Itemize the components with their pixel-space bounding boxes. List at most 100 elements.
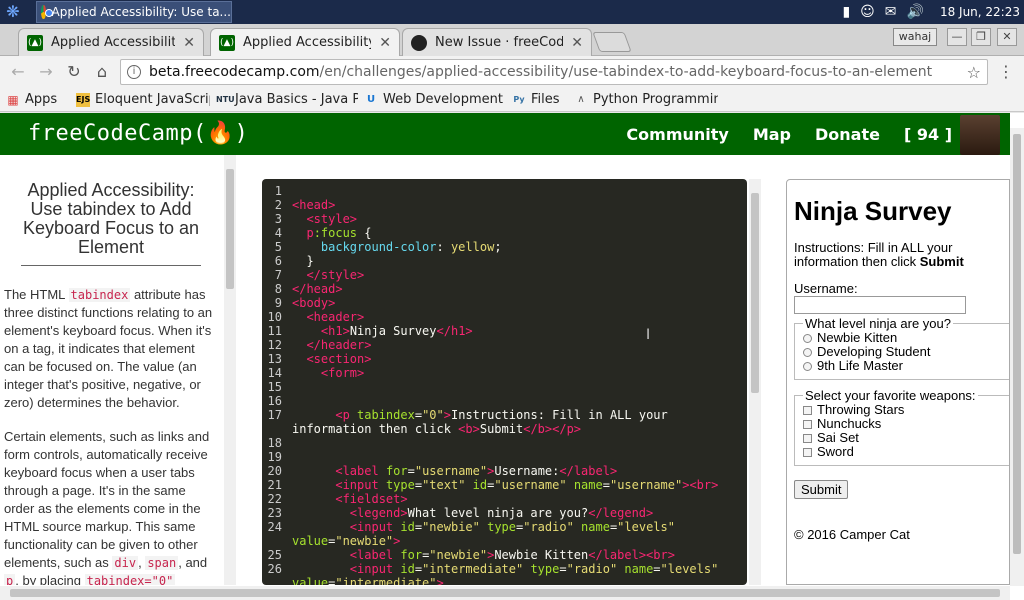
address-bar[interactable]: i beta.freecodecamp.com/en/challenges/ap… <box>120 59 988 85</box>
nav-map[interactable]: Map <box>753 125 791 144</box>
volume-icon[interactable]: 🔊 <box>907 4 924 20</box>
bookmark-files[interactable]: Py Files <box>506 92 568 107</box>
checkbox[interactable] <box>803 419 812 429</box>
checkbox[interactable] <box>803 433 812 443</box>
lesson-scrollbar[interactable] <box>224 155 236 585</box>
forward-icon[interactable]: → <box>36 62 56 82</box>
code-line[interactable]: 24 <input id="newbie" type="radio" name=… <box>262 520 747 534</box>
reload-icon[interactable]: ↻ <box>64 62 84 82</box>
checkbox[interactable] <box>803 405 812 415</box>
code-line[interactable]: value="intermediate"> <box>262 576 747 585</box>
code-line[interactable]: information then click <b>Submit</b></p> <box>262 422 747 436</box>
code-line[interactable]: 15 <box>262 380 747 394</box>
code-line[interactable]: 2 <head> <box>262 198 747 212</box>
avatar[interactable] <box>960 115 1000 155</box>
code-line[interactable]: 6 } <box>262 254 747 268</box>
code-line[interactable]: 4 p:focus { <box>262 226 747 240</box>
line-number: 4 <box>274 226 282 240</box>
scrollbar-thumb[interactable] <box>1013 134 1021 554</box>
minimize-icon[interactable]: — <box>947 28 967 46</box>
bookmark-apps[interactable]: ▦ Apps <box>0 92 70 107</box>
level-option[interactable]: 9th Life Master <box>803 359 1009 373</box>
code-line[interactable]: 14 <form> <box>262 366 747 380</box>
scrollbar-thumb[interactable] <box>10 589 1000 597</box>
radio-button[interactable] <box>803 333 812 343</box>
battery-icon[interactable]: ▮ <box>842 4 850 20</box>
level-option[interactable]: Developing Student <box>803 345 1009 359</box>
nav-points[interactable]: [ 94 ] <box>904 125 952 144</box>
bookmark-eloquent-js[interactable]: EJS Eloquent JavaScript <box>70 92 210 107</box>
bookmark-web-development[interactable]: U Web Development - <box>358 92 506 107</box>
site-info-icon[interactable]: i <box>127 65 141 79</box>
bookmark-java-basics[interactable]: NTU Java Basics - Java Pr <box>210 92 358 107</box>
code-text: value="newbie"> <box>292 534 401 548</box>
checkbox[interactable] <box>803 447 812 457</box>
radio-button[interactable] <box>803 347 812 357</box>
code-editor[interactable]: 1 2 <head> 3 <style> 4 p:focus {5 background… <box>262 179 747 585</box>
scrollbar-thumb[interactable] <box>751 193 759 393</box>
tab-close-icon[interactable]: ✕ <box>571 35 583 51</box>
code-line[interactable]: 25 <label for="newbie">Newbie Kitten</la… <box>262 548 747 562</box>
code-line[interactable]: 8 </head> <box>262 282 747 296</box>
line-number: 26 <box>267 562 282 576</box>
code-line[interactable]: 18 <box>262 436 747 450</box>
wifi-icon[interactable]: ☺ <box>860 4 875 20</box>
code-line[interactable]: 16 <box>262 394 747 408</box>
preview-pane: Ninja Survey Instructions: Fill in ALL y… <box>786 179 1010 585</box>
line-number: 1 <box>274 184 282 198</box>
horizontal-scrollbar[interactable] <box>0 586 1010 600</box>
level-option[interactable]: Newbie Kitten <box>803 331 1009 345</box>
username-input[interactable] <box>794 296 966 314</box>
code-line[interactable]: 10 <header> <box>262 310 747 324</box>
clock[interactable]: 18 Jun, 22:23 <box>940 5 1020 19</box>
code-line[interactable]: 13 <section> <box>262 352 747 366</box>
code-line[interactable]: 5 background-color: yellow; <box>262 240 747 254</box>
browser-tab-1[interactable]: (▲) Applied Accessibility: Us ✕ <box>18 28 204 56</box>
line-number: 8 <box>274 282 282 296</box>
weapon-option[interactable]: Throwing Stars <box>803 403 1009 417</box>
code-line[interactable]: 12 </header> <box>262 338 747 352</box>
code-line[interactable]: 1 <box>262 184 747 198</box>
submit-button[interactable]: Submit <box>794 480 849 499</box>
bookmark-star-icon[interactable]: ☆ <box>967 63 981 82</box>
tab-close-icon[interactable]: ✕ <box>379 35 391 51</box>
radio-button[interactable] <box>803 361 812 371</box>
code-line[interactable]: 7 </style> <box>262 268 747 282</box>
code-line[interactable]: 21 <input type="text" id="username" name… <box>262 478 747 492</box>
code-line[interactable]: 11 <h1>Ninja Survey</h1> <box>262 324 747 338</box>
code-line[interactable]: value="newbie"> <box>262 534 747 548</box>
back-icon[interactable]: ← <box>8 62 28 82</box>
code-line[interactable]: 26 <input id="intermediate" type="radio"… <box>262 562 747 576</box>
nav-donate[interactable]: Donate <box>815 125 880 144</box>
fcc-logo[interactable]: freeCodeCamp(🔥) <box>28 121 248 146</box>
browser-tab-2[interactable]: (▲) Applied Accessibility: Us ✕ <box>210 28 400 56</box>
taskbar-window-button[interactable]: Applied Accessibility: Use ta... <box>36 1 232 23</box>
tab-close-icon[interactable]: ✕ <box>183 35 195 51</box>
home-icon[interactable]: ⌂ <box>92 62 112 82</box>
page-scrollbar[interactable] <box>1010 128 1024 586</box>
start-menu-icon[interactable]: ❋ <box>4 3 22 21</box>
code-line[interactable]: 17 <p tabindex="0">Instructions: Fill in… <box>262 408 747 422</box>
mail-icon[interactable]: ✉ <box>885 4 897 20</box>
code-line[interactable]: 3 <style> <box>262 212 747 226</box>
nav-community[interactable]: Community <box>626 125 728 144</box>
weapon-option[interactable]: Nunchucks <box>803 417 1009 431</box>
code-line[interactable]: 9 <body> <box>262 296 747 310</box>
profile-badge[interactable]: wahaj <box>893 28 937 46</box>
line-number: 6 <box>274 254 282 268</box>
code-line[interactable]: 19 <box>262 450 747 464</box>
code-line[interactable]: 20 <label for="username">Username:</labe… <box>262 464 747 478</box>
close-window-icon[interactable]: ✕ <box>997 28 1017 46</box>
weapon-option[interactable]: Sword <box>803 445 1009 459</box>
new-tab-button[interactable] <box>592 32 632 52</box>
browser-tab-3[interactable]: New Issue · freeCodeCa ✕ <box>402 28 592 56</box>
browser-menu-icon[interactable]: ⋮ <box>998 62 1014 81</box>
weapon-option[interactable]: Sai Set <box>803 431 1009 445</box>
code-line[interactable]: 22 <fieldset> <box>262 492 747 506</box>
editor-scrollbar[interactable] <box>749 179 761 585</box>
bookmarks-bar: ▦ Apps EJS Eloquent JavaScript NTU Java … <box>0 88 1024 112</box>
bookmark-python-programming[interactable]: ∧ Python Programmin <box>568 92 718 107</box>
restore-icon[interactable]: ❐ <box>971 28 991 46</box>
code-line[interactable]: 23 <legend>What level ninja are you?</le… <box>262 506 747 520</box>
scrollbar-thumb[interactable] <box>226 169 234 289</box>
